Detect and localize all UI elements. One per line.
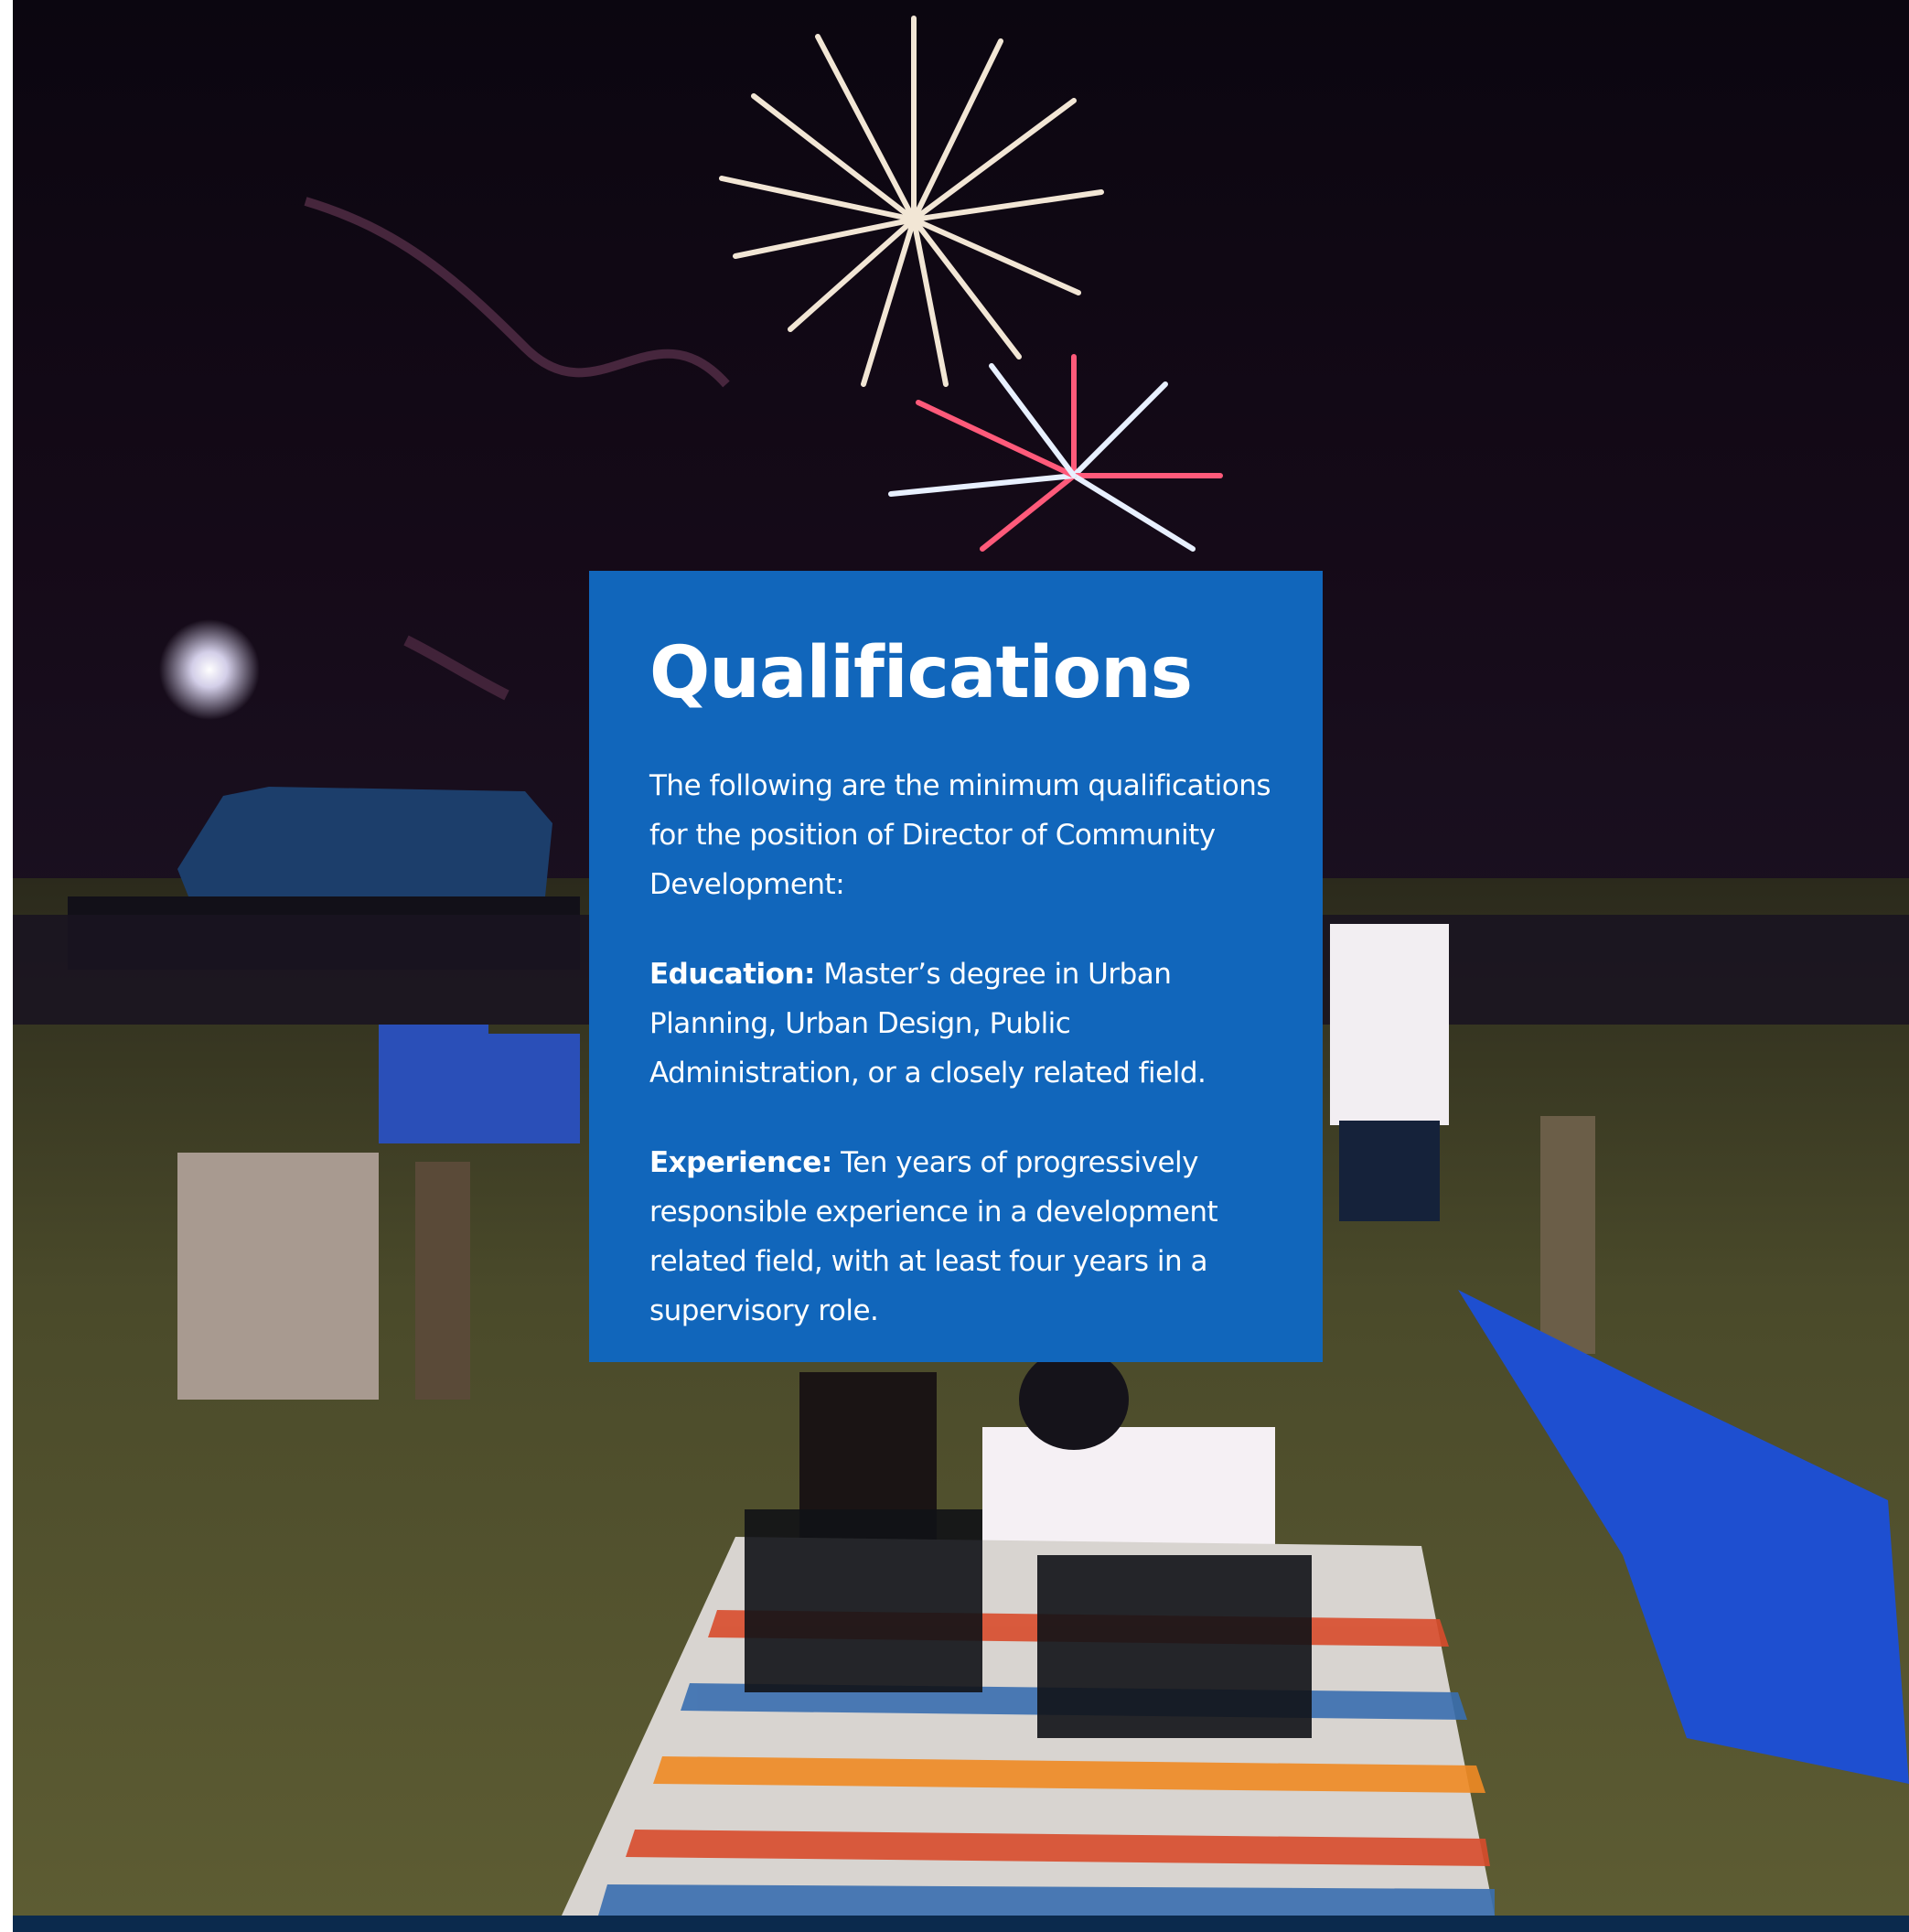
experience-paragraph: Experience: Ten years of progressively r… xyxy=(649,1138,1277,1336)
footer-bar xyxy=(13,1916,1909,1932)
qualifications-card: Qualifications The following are the min… xyxy=(589,571,1323,1362)
education-label: Education: xyxy=(649,957,815,991)
experience-label: Experience: xyxy=(649,1145,832,1179)
section-title: Qualifications xyxy=(649,632,1193,714)
education-paragraph: Education: Master’s degree in Urban Plan… xyxy=(649,950,1277,1098)
intro-paragraph: The following are the minimum qualificat… xyxy=(649,768,1271,901)
